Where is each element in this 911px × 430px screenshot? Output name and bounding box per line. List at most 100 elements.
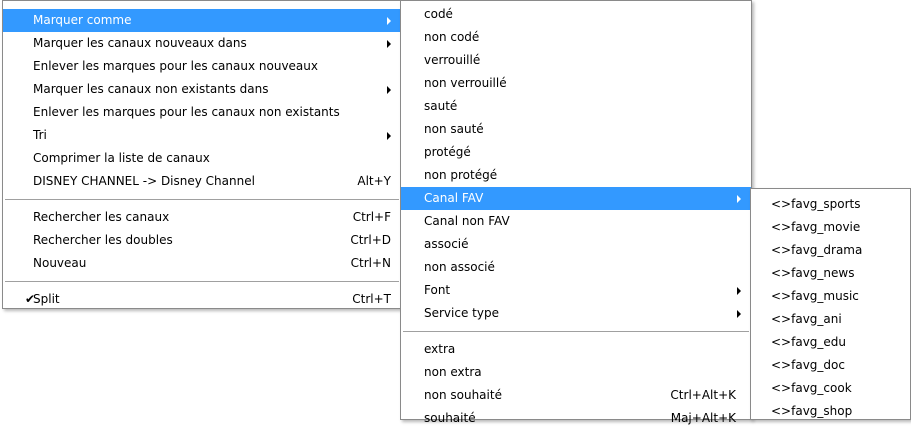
menu-item-label: <>favg_music xyxy=(771,289,859,303)
menu-item-label: non associé xyxy=(424,260,495,274)
menu-item-label: Tri xyxy=(33,128,47,142)
menu-item-non-code[interactable]: non codé xyxy=(401,26,751,49)
menu-item-label: <>favg_shop xyxy=(771,404,853,418)
menu-item-disney-channel-disney-channel[interactable]: DISNEY CHANNEL -> Disney Channel Alt+Y xyxy=(3,170,401,193)
submenu-arrow-icon xyxy=(387,132,391,140)
menu-item-label: Rechercher les canaux xyxy=(33,210,170,224)
menu-item-label: Marquer les canaux nouveaux dans xyxy=(33,36,247,50)
menu-item-label: Marquer comme xyxy=(33,13,132,27)
menu-item-label: <>favg_edu xyxy=(771,335,847,349)
menu-item-favg-news[interactable]: <>favg_news xyxy=(751,262,910,285)
menu-item-non-souhaite[interactable]: non souhaité Ctrl+Alt+K xyxy=(401,384,751,407)
menu-item-favg-edu[interactable]: <>favg_edu xyxy=(751,331,910,354)
submenu-arrow-icon xyxy=(387,86,391,94)
menu-item-label: <>favg_movie xyxy=(771,220,861,234)
menu-item-favg-ani[interactable]: <>favg_ani xyxy=(751,308,910,331)
menu-item-label: Canal non FAV xyxy=(424,214,510,228)
menu-item-label: codé xyxy=(424,7,453,21)
menu-item-extra[interactable]: extra xyxy=(401,338,751,361)
menu-item-verrouille[interactable]: verrouillé xyxy=(401,49,751,72)
checkmark-icon: ✔ xyxy=(25,292,36,306)
menu-item-label: verrouillé xyxy=(424,53,481,67)
menu-item-label: Enlever les marques pour les canaux nouv… xyxy=(33,59,318,73)
menu-item-shortcut: Ctrl+F xyxy=(352,210,391,224)
menu-item-label: Service type xyxy=(424,306,499,320)
menu-item-enlever-les-marques-pour-les-canaux-nouveaux[interactable]: Enlever les marques pour les canaux nouv… xyxy=(3,55,401,78)
menu-item-favg-sports[interactable]: <>favg_sports xyxy=(751,193,910,216)
menu-item-canal-fav[interactable]: Canal FAV xyxy=(401,187,751,210)
menu-item-enlever-les-marques-pour-les-canaux-non-existants[interactable]: Enlever les marques pour les canaux non … xyxy=(3,101,401,124)
menu-item-associe[interactable]: associé xyxy=(401,233,751,256)
menu-item-label: Font xyxy=(424,283,451,297)
menu-item-label: protégé xyxy=(424,145,471,159)
menu-item-label: non sauté xyxy=(424,122,484,136)
menu-item-favg-doc[interactable]: <>favg_doc xyxy=(751,354,910,377)
menu-item-label: non verrouillé xyxy=(424,76,507,90)
menu-item-label: <>favg_news xyxy=(771,266,855,280)
menu-item-rechercher-les-doubles[interactable]: Rechercher les doubles Ctrl+D xyxy=(3,229,401,252)
menu-item-label: sauté xyxy=(424,99,458,113)
menu-item-label: DISNEY CHANNEL -> Disney Channel xyxy=(33,174,255,188)
menu-item-shortcut: Ctrl+N xyxy=(350,256,391,270)
submenu-arrow-icon xyxy=(737,310,741,318)
menu-item-split[interactable]: ✔ Split Ctrl+T xyxy=(3,288,401,311)
menu-item-tri[interactable]: Tri xyxy=(3,124,401,147)
menu-item-label: <>favg_ani xyxy=(771,312,842,326)
menu-item-label: <>favg_sports xyxy=(771,197,861,211)
menu-item-shortcut: Ctrl+T xyxy=(352,292,391,306)
menu-item-non-verrouille[interactable]: non verrouillé xyxy=(401,72,751,95)
menu-item-favg-music[interactable]: <>favg_music xyxy=(751,285,910,308)
submenu-arrow-icon xyxy=(737,195,741,203)
menu-separator xyxy=(5,281,399,282)
menu-item-favg-cook[interactable]: <>favg_cook xyxy=(751,377,910,400)
menu-item-canal-non-fav[interactable]: Canal non FAV xyxy=(401,210,751,233)
menu-item-non-saute[interactable]: non sauté xyxy=(401,118,751,141)
menu-item-non-protege[interactable]: non protégé xyxy=(401,164,751,187)
submenu-canal-fav: <>favg_sports <>favg_movie <>favg_drama <>f… xyxy=(750,188,911,420)
menu-separator xyxy=(403,331,749,332)
menu-item-code[interactable]: codé xyxy=(401,3,751,26)
menu-item-non-extra[interactable]: non extra xyxy=(401,361,751,384)
submenu-marquer-comme: codé non codé verrouillé non verrouillé saut… xyxy=(400,0,752,425)
menu-item-protege[interactable]: protégé xyxy=(401,141,751,164)
menu-item-label: souhaité xyxy=(424,411,476,425)
menu-item-label: Canal FAV xyxy=(424,191,484,205)
menu-item-shortcut: Ctrl+Alt+K xyxy=(670,388,736,402)
menu-item-marquer-comme[interactable]: Marquer comme xyxy=(3,9,401,32)
menu-item-label: <>favg_drama xyxy=(771,243,863,257)
menu-item-souhaite[interactable]: souhaité Maj+Alt+K xyxy=(401,407,751,430)
menu-item-service-type[interactable]: Service type xyxy=(401,302,751,325)
menu-item-label: Split xyxy=(33,292,60,306)
menu-item-label: non codé xyxy=(424,30,480,44)
menu-item-label: non souhaité xyxy=(424,388,502,402)
menu-item-saute[interactable]: sauté xyxy=(401,95,751,118)
menu-item-font[interactable]: Font xyxy=(401,279,751,302)
submenu-arrow-icon xyxy=(387,17,391,25)
context-menu-main: Marquer comme Marquer les canaux nouveaux… xyxy=(2,0,402,309)
menu-item-shortcut: Ctrl+D xyxy=(350,233,391,247)
menu-item-marquer-les-canaux-non-existants-dans[interactable]: Marquer les canaux non existants dans xyxy=(3,78,401,101)
submenu-arrow-icon xyxy=(737,287,741,295)
menu-item-rechercher-les-canaux[interactable]: Rechercher les canaux Ctrl+F xyxy=(3,206,401,229)
menu-item-label: Rechercher les doubles xyxy=(33,233,173,247)
menu-item-label: associé xyxy=(424,237,469,251)
menu-item-favg-drama[interactable]: <>favg_drama xyxy=(751,239,910,262)
menu-item-label: <>favg_cook xyxy=(771,381,852,395)
menu-item-marquer-les-canaux-nouveaux-dans[interactable]: Marquer les canaux nouveaux dans xyxy=(3,32,401,55)
menu-separator xyxy=(5,199,399,200)
menu-item-label: Comprimer la liste de canaux xyxy=(33,151,210,165)
menu-item-nouveau[interactable]: Nouveau Ctrl+N xyxy=(3,252,401,275)
menu-item-shortcut: Maj+Alt+K xyxy=(670,411,736,425)
menu-item-label: <>favg_doc xyxy=(771,358,845,372)
menu-item-label: extra xyxy=(424,342,456,356)
menu-item-shortcut: Alt+Y xyxy=(357,174,391,188)
menu-item-label: non protégé xyxy=(424,168,498,182)
menu-item-label: Nouveau xyxy=(33,256,87,270)
menu-item-favg-movie[interactable]: <>favg_movie xyxy=(751,216,910,239)
menu-item-label: non extra xyxy=(424,365,482,379)
menu-item-label: Marquer les canaux non existants dans xyxy=(33,82,269,96)
menu-item-comprimer-la-liste-de-canaux[interactable]: Comprimer la liste de canaux xyxy=(3,147,401,170)
menu-item-label: Enlever les marques pour les canaux non … xyxy=(33,105,340,119)
submenu-arrow-icon xyxy=(387,40,391,48)
menu-item-non-associe[interactable]: non associé xyxy=(401,256,751,279)
